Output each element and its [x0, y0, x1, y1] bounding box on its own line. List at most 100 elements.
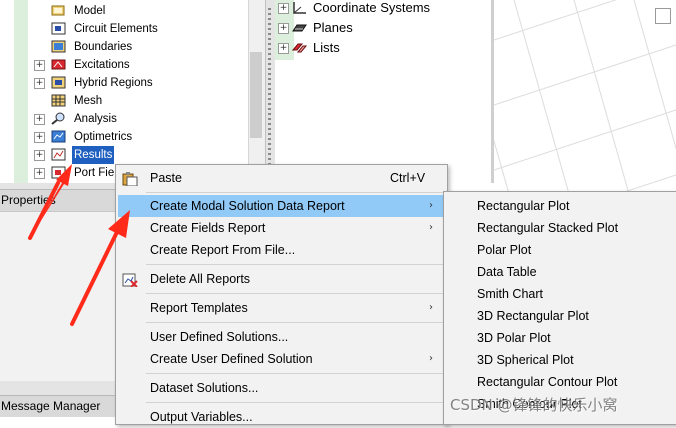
submenu-item-rectangular-contour-plot[interactable]: Rectangular Contour Plot: [446, 371, 675, 393]
menu-separator: [146, 264, 443, 265]
properties-panel-title: Properties: [0, 189, 119, 211]
expand-toggle-icon[interactable]: +: [34, 78, 45, 89]
view-divider[interactable]: [491, 0, 494, 183]
tree-indent-rail: [14, 0, 28, 183]
menu-item-label: Paste: [150, 171, 182, 185]
planes-icon: [292, 21, 307, 35]
submenu-item-3d-spherical-plot[interactable]: 3D Spherical Plot: [446, 349, 675, 371]
menu-separator: [146, 293, 443, 294]
context-menu[interactable]: Paste Ctrl+V Create Modal Solution Data …: [115, 164, 448, 425]
menu-item-report-templates[interactable]: Report Templates ›: [118, 297, 445, 319]
menu-item-label: Create Modal Solution Data Report: [150, 199, 345, 213]
submenu-item-data-table[interactable]: Data Table: [446, 261, 675, 283]
menu-item-label: Delete All Reports: [150, 272, 251, 286]
menu-item-label: Create User Defined Solution: [150, 352, 313, 366]
submenu-item-label: Rectangular Stacked Plot: [477, 221, 619, 235]
tree-item-label: Analysis: [74, 113, 117, 125]
results-icon: [51, 148, 66, 161]
expand-toggle-icon[interactable]: +: [278, 3, 289, 14]
menu-separator: [146, 192, 443, 193]
model-icon: [51, 4, 66, 17]
menu-item-output-variables[interactable]: Output Variables...: [118, 406, 445, 428]
submenu-item-3d-polar-plot[interactable]: 3D Polar Plot: [446, 327, 675, 349]
menu-item-create-modal-solution-data-report[interactable]: Create Modal Solution Data Report ›: [118, 195, 445, 217]
submenu-item-rectangular-plot[interactable]: Rectangular Plot: [446, 195, 675, 217]
tree-item-label: Circuit Elements: [74, 23, 158, 35]
submenu-item-label: 3D Spherical Plot: [477, 353, 574, 367]
excitations-icon: [51, 58, 66, 71]
expand-toggle-icon[interactable]: +: [34, 150, 45, 161]
expand-toggle-icon[interactable]: +: [34, 168, 45, 179]
submenu-item-label: 3D Rectangular Plot: [477, 309, 589, 323]
submenu-item-label: Smith Chart: [477, 287, 543, 301]
report-type-submenu[interactable]: Rectangular Plot Rectangular Stacked Plo…: [443, 191, 676, 425]
optimetrics-icon: [51, 130, 66, 143]
menu-item-label: Output Variables...: [150, 410, 253, 424]
submenu-item-label: 3D Polar Plot: [477, 331, 551, 345]
tree-item-label: Planes: [313, 20, 353, 35]
submenu-item-3d-rectangular-plot[interactable]: 3D Rectangular Plot: [446, 305, 675, 327]
menu-item-label: Report Templates: [150, 301, 248, 315]
model-tree[interactable]: [275, 0, 490, 183]
submenu-arrow-icon: ›: [429, 200, 433, 211]
mesh-icon: [51, 94, 66, 107]
menu-item-label: Dataset Solutions...: [150, 381, 259, 395]
menu-separator: [146, 402, 443, 403]
paste-icon: [122, 171, 138, 187]
message-manager-title: Message Manager: [0, 395, 119, 417]
menu-item-label: User Defined Solutions...: [150, 330, 289, 344]
tree-item-label: Lists: [313, 40, 340, 55]
circuit-elements-icon: [51, 22, 66, 35]
expand-toggle-icon[interactable]: +: [34, 114, 45, 125]
menu-item-user-defined-solutions[interactable]: User Defined Solutions...: [118, 326, 445, 348]
tree-scrollbar-thumb[interactable]: [250, 52, 262, 138]
expand-toggle-icon[interactable]: +: [34, 60, 45, 71]
message-manager-panel[interactable]: [0, 417, 118, 423]
menu-item-label: Create Fields Report: [150, 221, 266, 235]
hybrid-regions-icon: [51, 76, 66, 89]
tree-item-label: Coordinate Systems: [313, 0, 431, 15]
menu-item-label: Create Report From File...: [150, 243, 296, 257]
tree-item-label: Model: [74, 5, 106, 17]
tree-item-label: Mesh: [74, 95, 103, 107]
project-tree[interactable]: Model Circuit Elements Boundaries + Exci…: [0, 0, 265, 183]
analysis-icon: [51, 112, 66, 125]
panel-splitter[interactable]: [0, 381, 118, 395]
menu-separator: [146, 373, 443, 374]
submenu-item-label: Data Table: [477, 265, 537, 279]
menu-item-create-fields-report[interactable]: Create Fields Report ›: [118, 217, 445, 239]
menu-item-paste[interactable]: Paste Ctrl+V: [118, 167, 445, 189]
watermark: CSDN @锋锋的快乐小窝: [450, 396, 618, 414]
tree-item-label: Results: [72, 146, 115, 164]
tree-item-label: Hybrid Regions: [74, 77, 153, 89]
view-corner-box: [655, 8, 671, 24]
port-field-icon: [51, 166, 66, 179]
submenu-arrow-icon: ›: [429, 222, 433, 233]
submenu-item-smith-chart[interactable]: Smith Chart: [446, 283, 675, 305]
submenu-arrow-icon: ›: [429, 353, 433, 364]
properties-panel[interactable]: [0, 211, 118, 382]
submenu-item-label: Polar Plot: [477, 243, 532, 257]
expand-toggle-icon[interactable]: +: [278, 43, 289, 54]
menu-item-delete-all-reports[interactable]: Delete All Reports: [118, 268, 445, 290]
delete-reports-icon: [122, 272, 138, 288]
menu-item-dataset-solutions[interactable]: Dataset Solutions...: [118, 377, 445, 399]
coordinate-systems-icon: [292, 1, 307, 15]
submenu-item-label: Rectangular Contour Plot: [477, 375, 618, 389]
submenu-item-label: Rectangular Plot: [477, 199, 570, 213]
submenu-arrow-icon: ›: [429, 302, 433, 313]
tree-item-label: Boundaries: [74, 41, 133, 53]
menu-item-shortcut: Ctrl+V: [390, 171, 426, 185]
splitter-grip: [268, 8, 271, 173]
menu-item-create-user-defined-solution[interactable]: Create User Defined Solution ›: [118, 348, 445, 370]
boundaries-icon: [51, 40, 66, 53]
tree-item-label: Excitations: [74, 59, 130, 71]
expand-toggle-icon[interactable]: +: [34, 132, 45, 143]
submenu-item-rectangular-stacked-plot[interactable]: Rectangular Stacked Plot: [446, 217, 675, 239]
tree-item-label: Optimetrics: [74, 131, 133, 143]
menu-item-create-report-from-file[interactable]: Create Report From File...: [118, 239, 445, 261]
expand-toggle-icon[interactable]: +: [278, 23, 289, 34]
submenu-item-polar-plot[interactable]: Polar Plot: [446, 239, 675, 261]
menu-separator: [146, 322, 443, 323]
lists-icon: [291, 41, 308, 55]
